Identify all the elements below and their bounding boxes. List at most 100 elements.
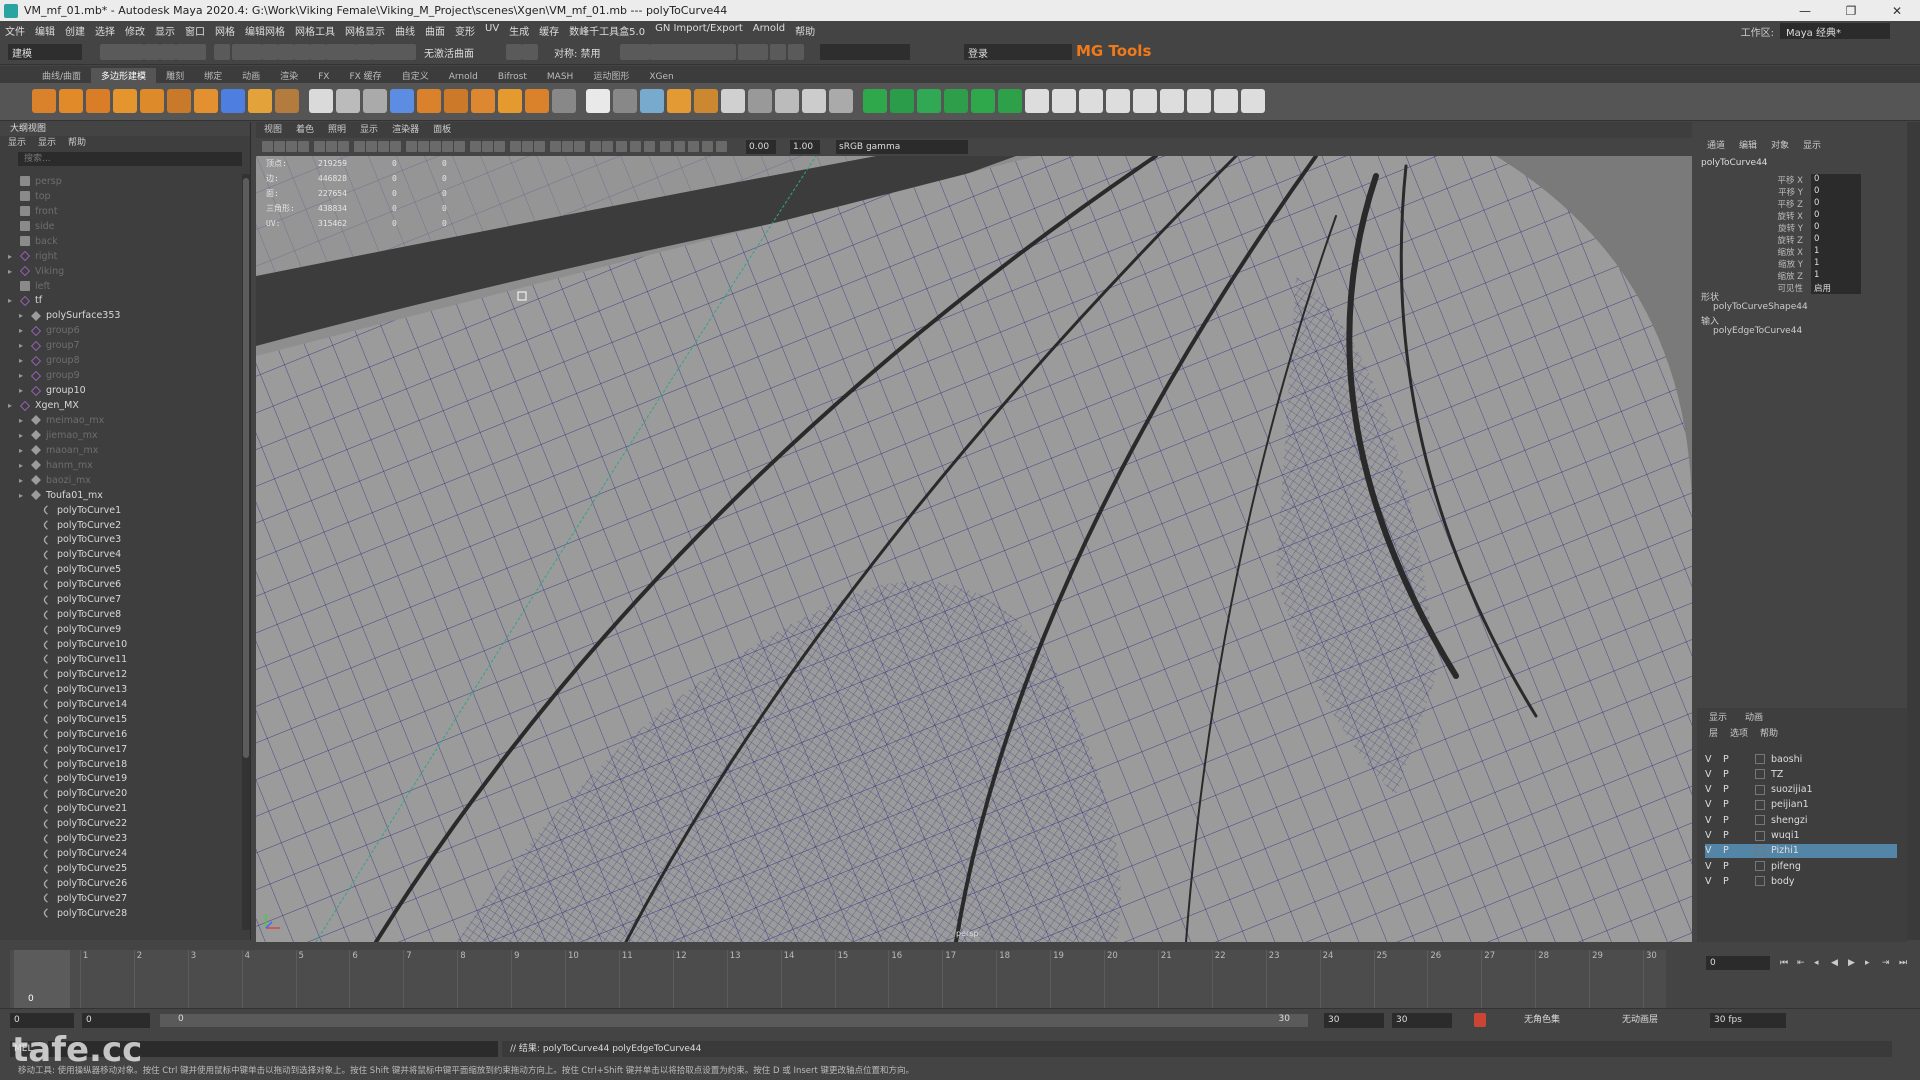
outliner-item[interactable]: ▸ group9 [0, 368, 240, 383]
display-layer-row[interactable]: V Psuozijia1 [1705, 783, 1897, 797]
channel-attr-value[interactable]: 0 [1811, 222, 1861, 234]
viewport-tool-icon[interactable] [314, 141, 325, 152]
outliner-item[interactable]: polyToCurve16 [0, 727, 240, 742]
step-back-frame-icon[interactable]: ◂ [1814, 958, 1824, 968]
shelf-tool-icon[interactable] [417, 89, 441, 113]
shelf-tool-icon[interactable] [586, 89, 610, 113]
step-back-key-icon[interactable]: ⇤ [1797, 958, 1807, 968]
outliner-item[interactable]: polyToCurve10 [0, 637, 240, 652]
menu-item[interactable]: 编辑网格 [240, 23, 290, 38]
viewport-tool-icon[interactable] [470, 141, 481, 152]
outliner-item[interactable]: persp [0, 174, 240, 189]
layer-visibility-toggle[interactable]: V [1705, 815, 1723, 826]
shelf-tool-icon[interactable] [971, 89, 995, 113]
status-tool-icon[interactable] [770, 44, 786, 60]
channel-attr-value[interactable]: 0 [1811, 234, 1861, 246]
channel-attr-value[interactable]: 0 [1811, 210, 1861, 222]
outliner-item[interactable]: ▸ Toufa01_mx [0, 488, 240, 503]
shelf-tab[interactable]: 动画 [232, 68, 270, 83]
expand-toggle-icon[interactable]: ▸ [19, 326, 28, 335]
shelf-tool-icon[interactable] [613, 89, 637, 113]
viewport-tool-icon[interactable] [262, 141, 273, 152]
shelf-tab[interactable]: 渲染 [270, 68, 308, 83]
scene-start-field[interactable]: 0 [10, 1013, 74, 1028]
display-layer-row[interactable]: V P TZ [1705, 767, 1897, 781]
expand-toggle-icon[interactable]: ▸ [19, 476, 28, 485]
color-space-dropdown[interactable]: sRGB gamma [836, 140, 968, 154]
menu-item[interactable]: 选择 [90, 23, 120, 38]
shelf-tool-icon[interactable] [363, 89, 387, 113]
shelf-tool-icon[interactable] [667, 89, 691, 113]
shelf-tab[interactable]: 绑定 [194, 68, 232, 83]
mg-tools-logo[interactable]: MG Tools [1076, 42, 1151, 60]
status-tool-icon[interactable] [160, 44, 176, 60]
outliner-item[interactable]: polyToCurve12 [0, 667, 240, 682]
status-tool-icon[interactable] [506, 44, 522, 60]
shelf-tab[interactable]: 雕刻 [156, 68, 194, 83]
expand-toggle-icon[interactable]: ▸ [19, 416, 28, 425]
viewport-tool-icon[interactable] [366, 141, 377, 152]
shelf-tool-icon[interactable] [721, 89, 745, 113]
login-dropdown[interactable]: 登录 [964, 44, 1072, 60]
shelf-tab[interactable]: FX [308, 71, 339, 83]
outliner-item[interactable]: polyToCurve27 [0, 891, 240, 906]
status-tool-icon[interactable] [634, 44, 650, 60]
viewport-tool-icon[interactable] [562, 141, 573, 152]
outliner-item[interactable]: polyToCurve5 [0, 562, 240, 577]
display-layer-row[interactable]: V Pbody [1705, 874, 1897, 888]
channel-attr-value[interactable]: 1 [1811, 258, 1861, 270]
viewport-tool-icon[interactable] [338, 141, 349, 152]
viewport-tool-icon[interactable] [454, 141, 465, 152]
outliner-search-input[interactable]: 搜索... [18, 152, 242, 166]
le-menu-layers[interactable]: 层 [1709, 726, 1718, 739]
outliner-item[interactable]: polyToCurve24 [0, 846, 240, 861]
outliner-item[interactable]: polyToCurve26 [0, 876, 240, 891]
status-tool-icon[interactable] [128, 44, 144, 60]
viewport-tool-icon[interactable] [534, 141, 545, 152]
status-tool-icon[interactable] [310, 44, 326, 60]
shelf-tab[interactable]: 多边形建模 [91, 68, 157, 83]
le-tab-anim[interactable]: 动画 [1745, 710, 1763, 723]
shelf-tool-icon[interactable] [444, 89, 468, 113]
channel-attr-row[interactable]: 旋转 Z 0 [1697, 234, 1907, 246]
fps-dropdown[interactable]: 30 fps [1710, 1013, 1786, 1028]
status-tool-icon[interactable] [214, 44, 230, 60]
viewport-tool-icon[interactable] [688, 141, 699, 152]
shelf-tab[interactable]: FX 缓存 [339, 68, 391, 83]
layer-color-swatch[interactable] [1755, 754, 1765, 764]
outliner-scrollbar[interactable] [242, 174, 250, 930]
anim-end-field[interactable]: 30 [1324, 1013, 1384, 1028]
range-bar[interactable]: 0 30 [160, 1014, 1308, 1027]
shelf-tool-icon[interactable] [1106, 89, 1130, 113]
outliner-item[interactable]: polyToCurve25 [0, 861, 240, 876]
display-layer-row[interactable]: V Pshengzi [1705, 813, 1897, 827]
shelf-tool-icon[interactable] [336, 89, 360, 113]
layer-visibility-toggle[interactable]: V [1705, 876, 1723, 887]
expand-toggle-icon[interactable]: ▸ [8, 252, 17, 261]
expand-toggle-icon[interactable]: ▸ [8, 267, 17, 276]
outliner-item[interactable]: ▸ group6 [0, 323, 240, 338]
status-tool-icon[interactable] [720, 44, 736, 60]
status-tool-icon[interactable] [752, 44, 768, 60]
cb-shape-node[interactable]: polyToCurveShape44 [1701, 302, 1808, 314]
shelf-tool-icon[interactable] [1052, 89, 1076, 113]
menu-item[interactable]: 网格显示 [340, 23, 390, 38]
viewport-tool-icon[interactable] [390, 141, 401, 152]
shelf-tab[interactable]: 运动图形 [583, 68, 639, 83]
outliner-item[interactable]: polyToCurve7 [0, 592, 240, 607]
shelf-tool-icon[interactable] [390, 89, 414, 113]
layer-playback-toggle[interactable]: P [1723, 769, 1741, 780]
outliner-item[interactable]: polyToCurve18 [0, 757, 240, 772]
layer-visibility-toggle[interactable]: V [1705, 845, 1723, 856]
shelf-tool-icon[interactable] [113, 89, 137, 113]
outliner-item[interactable]: polyToCurve3 [0, 533, 240, 548]
outliner-item[interactable]: ▸ Xgen_MX [0, 398, 240, 413]
shelf-tool-icon[interactable] [890, 89, 914, 113]
viewport-tool-icon[interactable] [716, 141, 727, 152]
maximize-button[interactable]: ❐ [1828, 0, 1874, 21]
shelf-tool-icon[interactable] [498, 89, 522, 113]
layer-playback-toggle[interactable]: P [1723, 815, 1741, 826]
status-tool-icon[interactable] [262, 44, 278, 60]
viewport-tool-icon[interactable] [522, 141, 533, 152]
scrollbar-thumb[interactable] [243, 178, 249, 758]
